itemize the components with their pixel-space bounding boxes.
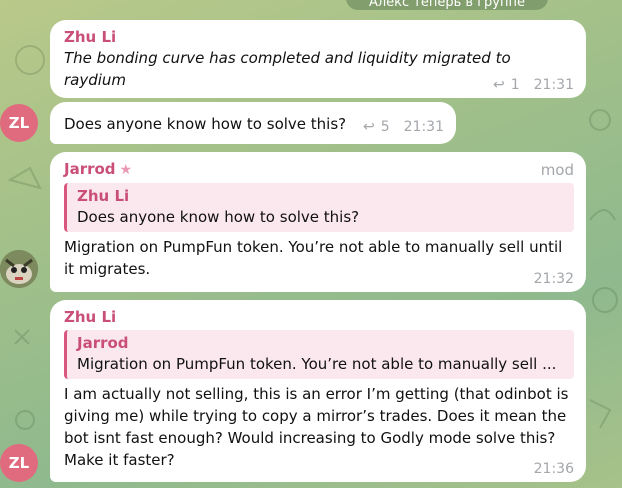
message-meta: ↩ 1 21:31 <box>493 77 574 93</box>
reply-count[interactable]: 5 <box>381 119 390 135</box>
message-meta: 21:32 <box>534 271 574 287</box>
sender-name[interactable]: Zhu Li <box>64 27 574 47</box>
message-bubble[interactable]: Zhu Li The bonding curve has completed a… <box>50 20 586 98</box>
message-text-line: it migrates. <box>64 260 151 278</box>
message-text-line: I am actually not selling, this is an er… <box>64 385 569 403</box>
message-bubble[interactable]: Zhu Li Jarrod Migration on PumpFun token… <box>50 300 586 482</box>
admin-role-badge: mod <box>540 161 574 179</box>
message-time: 21:36 <box>533 461 574 477</box>
avatar-image-icon <box>0 250 38 288</box>
service-message-pill: Алекс теперь в группе <box>346 0 548 10</box>
reply-quote[interactable]: Jarrod Migration on PumpFun token. You’r… <box>64 330 574 379</box>
message-text-line: Make it faster? <box>64 451 175 469</box>
avatar[interactable]: ZL <box>0 104 38 142</box>
reply-count[interactable]: 1 <box>511 77 520 93</box>
reply-quote[interactable]: Zhu Li Does anyone know how to solve thi… <box>64 183 574 232</box>
reply-arrow-icon[interactable]: ↩ <box>363 119 375 135</box>
sender-name[interactable]: Zhu Li <box>64 307 574 327</box>
star-badge-icon: ★ <box>119 162 133 178</box>
quote-text: Migration on PumpFun token. You’re not a… <box>77 355 557 373</box>
message-bubble[interactable]: Jarrod ★ mod Zhu Li Does anyone know how … <box>50 152 586 292</box>
quote-text: Does anyone know how to solve this? <box>77 208 360 226</box>
message-bubble[interactable]: Does anyone know how to solve this? ↩ 5 … <box>50 102 456 144</box>
message-meta: ↩ 5 21:31 <box>363 119 444 135</box>
message-time: 21:32 <box>533 271 574 287</box>
message-text-line: Migration on PumpFun token. You’re not a… <box>64 238 563 256</box>
quote-sender: Zhu Li <box>77 187 130 205</box>
message-time: 21:31 <box>533 77 574 93</box>
message-text-line: bot isnt fast enough? Would increasing t… <box>64 429 556 447</box>
message-text-line: giving me) while trying to copy a mirror… <box>64 407 567 425</box>
message-time: 21:31 <box>403 119 444 135</box>
reply-arrow-icon[interactable]: ↩ <box>493 77 505 93</box>
avatar[interactable]: ZL <box>0 444 38 482</box>
message-meta: 21:36 <box>534 461 574 477</box>
sender-name[interactable]: Jarrod ★ <box>64 159 574 180</box>
avatar[interactable] <box>0 250 38 288</box>
quote-sender: Jarrod <box>77 334 129 352</box>
